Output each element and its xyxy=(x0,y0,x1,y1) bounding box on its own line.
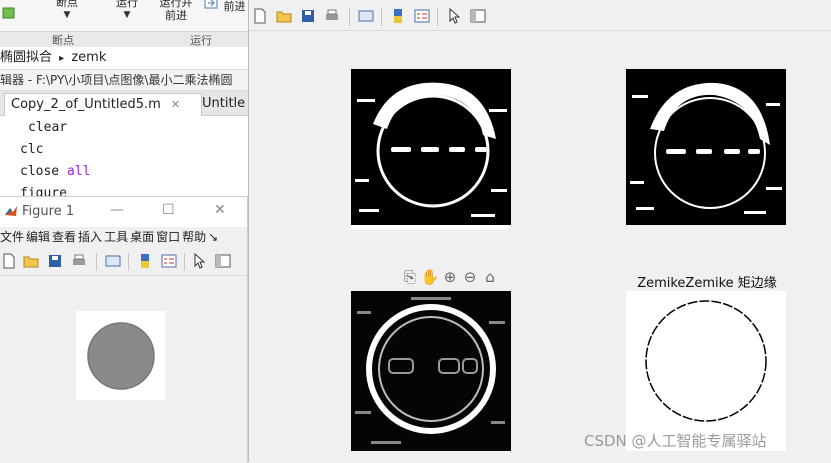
edge-map-image xyxy=(351,69,511,229)
save-icon[interactable] xyxy=(299,7,317,25)
legend-icon[interactable] xyxy=(160,252,178,270)
code-line: clear xyxy=(28,120,68,135)
colorbar-icon[interactable] xyxy=(136,252,154,270)
menu-desktop[interactable]: 桌面 xyxy=(130,230,154,244)
breadcrumb-folder[interactable]: 椭圆拟合 xyxy=(0,50,52,65)
editor-title-path: 辑器 - F:\PY\小项目\点图像\最小二乘法椭圆 xyxy=(0,70,248,91)
subplot-edge-image-3[interactable] xyxy=(351,291,511,451)
run-and-advance-button[interactable]: 运行并 前进 xyxy=(156,0,196,22)
breadcrumb: 椭圆拟合 ▸ zemk xyxy=(0,47,248,70)
tab-label: Untitle xyxy=(202,96,246,111)
filled-circle-image xyxy=(87,322,155,390)
edge-map-image xyxy=(626,69,786,225)
tab-label: Copy_2_of_Untitled5.m xyxy=(11,97,161,112)
save-icon[interactable] xyxy=(46,252,64,270)
pan-hand-icon[interactable]: ✋ xyxy=(420,268,440,286)
menu-more-icon[interactable]: ↘ xyxy=(208,230,218,244)
green-arrow-icon xyxy=(2,7,15,19)
close-button[interactable]: ✕ xyxy=(214,202,226,218)
ribbon-icon-left[interactable] xyxy=(2,6,16,23)
breakpoints-button[interactable]: 断点 ▼ xyxy=(50,0,84,22)
figure-toolbar xyxy=(249,4,831,31)
print-icon[interactable] xyxy=(70,252,88,270)
run-label: 运行 xyxy=(116,0,138,9)
breadcrumb-file[interactable]: zemk xyxy=(71,50,106,65)
breadcrumb-separator: ▸ xyxy=(59,53,65,64)
run-advance-label-top: 运行并 xyxy=(159,0,193,9)
advance-label: 前进 xyxy=(223,0,246,13)
code-line: close all xyxy=(20,164,91,179)
pointer-icon[interactable] xyxy=(190,252,208,270)
export-icon[interactable]: ⎘ xyxy=(400,268,420,286)
gradient-edge-image xyxy=(351,291,511,451)
figure1-menubar: 文件 编辑 查看 插入 工具 桌面 窗口 帮助 ↘ xyxy=(0,227,247,247)
menu-window[interactable]: 窗口 xyxy=(156,230,180,244)
menu-insert[interactable]: 插入 xyxy=(78,230,102,244)
matlab-logo-icon xyxy=(4,204,18,221)
colorbar-icon[interactable] xyxy=(389,7,407,25)
advance-icon xyxy=(204,0,224,13)
subplot-zernike-edge[interactable] xyxy=(626,291,786,451)
minimize-button[interactable]: — xyxy=(110,202,124,218)
home-icon[interactable]: ⌂ xyxy=(480,268,500,286)
link-plot-icon[interactable] xyxy=(104,252,122,270)
open-file-icon[interactable] xyxy=(275,7,293,25)
new-figure-icon[interactable] xyxy=(0,252,18,270)
menu-edit[interactable]: 编辑 xyxy=(26,230,50,244)
menu-tools[interactable]: 工具 xyxy=(104,230,128,244)
new-figure-icon[interactable] xyxy=(251,7,269,25)
figure1-window: Figure 1 — ☐ ✕ 文件 编辑 查看 插入 工具 桌面 窗口 帮助 ↘ xyxy=(0,196,248,463)
editor-ribbon: 断点 ▼ 运行 ▼ 运行并 前进 前进 断点 运行 xyxy=(0,0,248,47)
menu-help[interactable]: 帮助 xyxy=(182,230,206,244)
figure1-title: Figure 1 xyxy=(22,204,75,219)
ribbon-group-labels: 断点 运行 xyxy=(0,31,248,47)
advance-button[interactable]: 前进 xyxy=(204,0,248,13)
chevron-down-icon: ▼ xyxy=(123,10,131,20)
group-breakpoints-label: 断点 xyxy=(52,34,74,47)
run-advance-label-bottom: 前进 xyxy=(165,9,187,22)
pointer-icon[interactable] xyxy=(445,7,463,25)
figure1-titlebar[interactable]: Figure 1 — ☐ ✕ xyxy=(0,197,247,227)
tab-untitled[interactable]: Untitle xyxy=(196,93,248,115)
dashed-circle-image xyxy=(626,291,786,451)
tab-copy-2-of-untitled5[interactable]: Copy_2_of_Untitled5.m ✕ xyxy=(4,93,202,116)
figure1-axes[interactable] xyxy=(76,311,165,400)
zoom-out-icon[interactable]: ⊖ xyxy=(460,268,480,286)
zoom-in-icon[interactable]: ⊕ xyxy=(440,268,460,286)
property-editor-icon[interactable] xyxy=(214,252,232,270)
watermark-text: CSDN @人工智能专属驿站 xyxy=(584,432,767,450)
subplot-title-zemike: ZemikeZemike 矩边缘 xyxy=(637,276,777,291)
axes-toolbar: ⎘ ✋ ⊕ ⊖ ⌂ xyxy=(400,268,512,290)
legend-icon[interactable] xyxy=(413,7,431,25)
subplot-edge-image-1[interactable] xyxy=(351,69,511,229)
menu-file[interactable]: 文件 xyxy=(0,230,24,244)
open-file-icon[interactable] xyxy=(22,252,40,270)
print-icon[interactable] xyxy=(323,7,341,25)
link-plot-icon[interactable] xyxy=(357,7,375,25)
code-line: clc xyxy=(20,142,44,157)
editor-tabs: Copy_2_of_Untitled5.m ✕ Untitle xyxy=(0,91,248,116)
run-button[interactable]: 运行 ▼ xyxy=(112,0,142,22)
breakpoints-label: 断点 xyxy=(56,0,78,9)
group-run-label: 运行 xyxy=(190,34,212,47)
tab-close-icon[interactable]: ✕ xyxy=(171,98,180,111)
menu-view[interactable]: 查看 xyxy=(52,230,76,244)
chevron-down-icon: ▼ xyxy=(63,10,71,20)
subplot-edge-image-2[interactable] xyxy=(626,69,786,225)
code-editor[interactable]: clear clc close all figure xyxy=(0,116,248,201)
property-editor-icon[interactable] xyxy=(469,7,487,25)
maximize-button[interactable]: ☐ xyxy=(162,202,175,218)
figure1-toolbar xyxy=(0,249,247,276)
